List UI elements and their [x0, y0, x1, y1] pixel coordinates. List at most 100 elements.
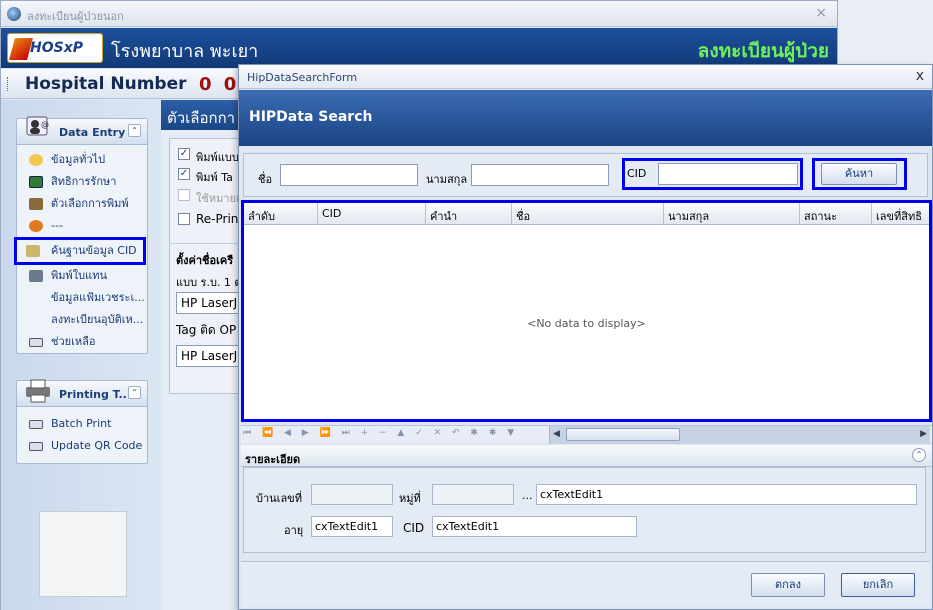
results-grid: ลำดับ CID คำนำ ชื่อ นามสกุล สถานะ เลขที่… — [241, 200, 932, 422]
first-name-input[interactable] — [280, 164, 418, 186]
last-name-input[interactable] — [471, 164, 609, 186]
dialog-title: HipDataSearchForm — [247, 71, 358, 84]
cid-label: CID — [627, 167, 647, 180]
house-no-field[interactable] — [311, 484, 393, 505]
search-button-highlight-frame: ค้นหา — [812, 158, 907, 190]
data-entry-header[interactable]: @ Data Entry ⌃ — [17, 116, 147, 145]
cancel-button[interactable]: ยกเลิก — [841, 573, 915, 597]
grid-col-last-name[interactable]: นามสกุล — [664, 203, 800, 225]
checkbox-use-number[interactable] — [178, 189, 190, 201]
grid-col-first-name[interactable]: ชื่อ — [512, 203, 664, 225]
navigator-buttons[interactable]: ⏮ ⏪ ◀ ▶ ⏩ ⏭ + − ▲ ✓ ✕ ↶ ✱ ✱ ▼ — [243, 428, 518, 438]
checkbox-print-tag[interactable]: ✓ — [178, 168, 190, 180]
printer-select-a[interactable]: HP LaserJ — [176, 292, 242, 314]
help-icon — [29, 338, 43, 347]
printer-settings-title: ตั้งค่าชื่อเครื — [176, 254, 234, 267]
last-name-label: นามสกุล — [426, 173, 468, 186]
sidebar-item-reprint[interactable]: พิมพ์ใบแทน — [17, 265, 147, 287]
sidebar-item-accident-register[interactable]: ลงทะเบียนอุบัติเห... — [17, 309, 147, 331]
sidebar-item-update-qr[interactable]: Update QR Code — [17, 435, 147, 457]
details-header: รายละเอียด ⌃ — [241, 445, 932, 467]
grid-navigator: ⏮ ⏪ ◀ ▶ ⏩ ⏭ + − ▲ ✓ ✕ ↶ ✱ ✱ ▼ ◀ ▶ — [241, 425, 932, 444]
search-db-icon — [26, 245, 40, 257]
address-field[interactable]: cxTextEdit1 — [536, 484, 917, 505]
printer-label-b: Tag ติด OP — [176, 323, 237, 337]
age-label: อายุ — [284, 524, 304, 537]
dialog-footer: ตกลง ยกเลิก — [241, 561, 930, 607]
sidebar-item-medical-record[interactable]: ข้อมูลแฟ้มเวชระเ... — [17, 287, 147, 309]
hospital-name: โรงพยาบาล พะเยา — [111, 41, 259, 62]
check-label-reprint: Re-Prin — [196, 212, 239, 226]
checkbox-print-form[interactable]: ✓ — [178, 148, 190, 160]
sidebar-item-help[interactable]: ช่วยเหลือ — [17, 331, 147, 353]
printing-tools-title: Printing T... — [59, 388, 132, 401]
printing-tools-group: Printing T... ⌃ Batch Print Update QR Co… — [16, 379, 148, 464]
details-title: รายละเอียด — [245, 453, 301, 466]
grid-col-rights-number[interactable]: เลขที่สิทธิ — [872, 203, 929, 225]
options-box: ✓ พิมพ์แบบ ✓ พิมพ์ Ta ใช้หมายเ Re-Prin ต… — [169, 138, 242, 394]
sidebar-item-rights[interactable]: สิทธิการรักษา — [17, 171, 147, 193]
horizontal-scrollbar[interactable]: ◀ ▶ — [549, 426, 930, 444]
printer-select-b[interactable]: HP LaserJ — [176, 345, 242, 367]
data-entry-title: Data Entry — [59, 126, 126, 139]
no-data-message: <No data to display> — [527, 317, 646, 330]
hn-value: 0 0 — [199, 74, 240, 95]
sidebar-item-cid-search[interactable]: ค้นฐานข้อมูล CID — [14, 237, 146, 265]
grid-col-prefix[interactable]: คำนำ — [426, 203, 512, 225]
grid-col-number[interactable]: ลำดับ — [244, 203, 318, 225]
background-window-title: ลงทะเบียนผู้ป่วยนอก — [27, 10, 124, 23]
printer-icon — [29, 198, 43, 210]
background-titlebar: ลงทะเบียนผู้ป่วยนอก × — [1, 1, 837, 27]
address-ellipsis: ... — [522, 489, 533, 502]
sidebar-item-batch-print[interactable]: Batch Print — [17, 413, 147, 435]
collapse-chevron-icon[interactable]: ⌃ — [128, 124, 141, 137]
dialog-close-icon[interactable]: x — [916, 68, 924, 84]
cid-input[interactable] — [658, 163, 798, 185]
detail-cid-label: CID — [403, 521, 425, 535]
info-icon — [29, 154, 43, 166]
grid-col-status[interactable]: สถานะ — [800, 203, 872, 225]
toolbar-grip[interactable] — [7, 77, 10, 91]
collapse-details-icon[interactable]: ⌃ — [912, 448, 926, 462]
register-title: ลงทะเบียนผู้ป่วย — [697, 40, 829, 62]
dialog-header-title: HIPData Search — [249, 109, 373, 125]
user-card-icon: @ — [23, 115, 53, 143]
dialog-header: HIPData Search — [239, 90, 932, 146]
scroll-right-icon[interactable]: ▶ — [920, 429, 927, 439]
svg-text:@: @ — [41, 120, 49, 129]
background-close-icon[interactable]: × — [815, 5, 827, 21]
printer-large-icon — [23, 377, 53, 405]
hosxp-logo: HOSxP — [7, 33, 103, 63]
detail-cid-field[interactable]: cxTextEdit1 — [432, 516, 637, 537]
cid-highlight-frame: CID — [622, 158, 803, 190]
scroll-left-icon[interactable]: ◀ — [553, 429, 560, 439]
sidebar-item-print-options[interactable]: ตัวเลือกการพิมพ์ — [17, 193, 147, 215]
moo-label: หมู่ที่ — [399, 492, 421, 505]
sidebar-item-separator[interactable]: --- — [17, 215, 147, 237]
qr-icon — [29, 442, 43, 451]
hipdata-search-dialog: HipDataSearchForm x HIPData Search ชื่อ … — [238, 64, 933, 610]
details-panel: บ้านเลขที่ หมู่ที่ ... cxTextEdit1 อายุ … — [243, 467, 926, 553]
search-button[interactable]: ค้นหา — [821, 163, 897, 185]
scroll-thumb[interactable] — [566, 428, 680, 441]
photo-thumbnail — [39, 511, 127, 597]
app-icon — [7, 7, 21, 21]
options-header: ตัวเลือกกา — [161, 100, 241, 130]
grid-header: ลำดับ CID คำนำ ชื่อ นามสกุล สถานะ เลขที่… — [244, 203, 929, 225]
collapse-chevron-icon[interactable]: ⌃ — [128, 386, 141, 399]
check-label-print-form: พิมพ์แบบ — [196, 151, 239, 164]
age-field[interactable]: cxTextEdit1 — [311, 516, 393, 537]
dialog-titlebar: HipDataSearchForm x — [239, 65, 932, 89]
printer-label-a: แบบ ร.บ. 1 ต — [176, 276, 242, 289]
card-icon — [29, 176, 43, 188]
check-label-use-number: ใช้หมายเ — [196, 192, 240, 205]
grid-col-cid[interactable]: CID — [318, 203, 426, 225]
printing-tools-header[interactable]: Printing T... ⌃ — [17, 379, 147, 407]
printer-icon — [29, 270, 43, 282]
ok-button[interactable]: ตกลง — [751, 573, 825, 597]
check-label-print-tag: พิมพ์ Ta — [196, 171, 233, 184]
sidebar-item-general[interactable]: ข้อมูลทั่วไป — [17, 149, 147, 171]
moo-field[interactable] — [432, 484, 514, 505]
checkbox-reprint[interactable] — [178, 213, 190, 225]
divider — [170, 243, 242, 244]
